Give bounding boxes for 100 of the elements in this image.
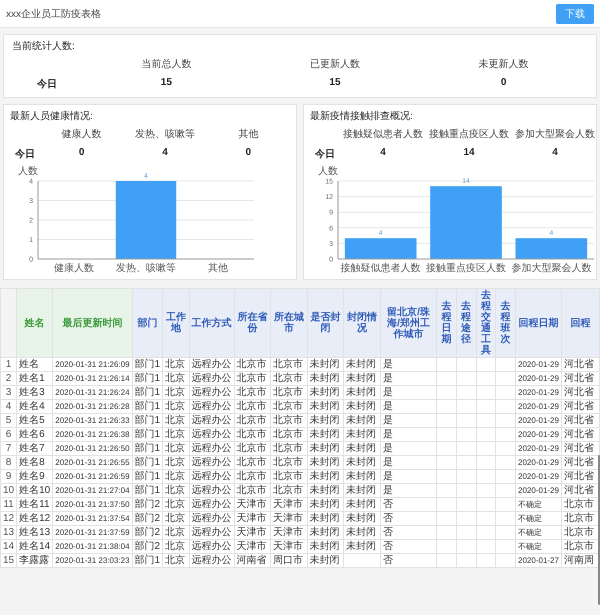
download-button[interactable]: 下载: [556, 4, 594, 24]
table-cell: 北京: [162, 470, 190, 484]
table-cell: 未封闭: [307, 442, 344, 456]
table-cell: 远程办公: [189, 442, 234, 456]
table-cell: 部门1: [132, 428, 163, 442]
table-cell: 未封闭: [307, 554, 344, 568]
table-cell: 天津市: [234, 540, 271, 554]
scrollbar[interactable]: [598, 455, 600, 605]
column-header[interactable]: 封闭情况: [344, 288, 380, 358]
table-cell: 否: [380, 540, 437, 554]
row-number: 12: [0, 512, 17, 526]
table-cell: 远程办公: [189, 358, 234, 372]
table-cell: 2020-01-31 23:03:23: [52, 554, 132, 568]
table-cell: 北京市: [234, 372, 271, 386]
table-cell: 是: [380, 386, 437, 400]
table-cell: 是: [380, 442, 437, 456]
table-cell: 未封闭: [307, 512, 344, 526]
table-cell: 部门2: [132, 540, 163, 554]
table-cell: 2020-01-29: [516, 358, 562, 372]
table-cell: 北京: [162, 540, 190, 554]
column-header[interactable]: 最后更新时间: [52, 288, 132, 358]
category-label: 参加大型聚会人数: [511, 263, 592, 274]
table-cell: 部门1: [132, 372, 163, 386]
column-header[interactable]: 回程: [561, 288, 600, 358]
axis-title: 人数: [18, 166, 38, 177]
table-cell: 部门1: [132, 456, 163, 470]
table-cell: 北京市: [234, 358, 271, 372]
table-cell: 未封闭: [344, 470, 380, 484]
table-cell: 北京市: [234, 428, 271, 442]
table-cell: 未封闭: [344, 456, 380, 470]
table-cell: 未封闭: [344, 540, 380, 554]
table-cell: 北京: [162, 358, 190, 372]
stat-value: 4: [379, 147, 387, 160]
table-cell: 2020-01-29: [516, 414, 562, 428]
table-cell: 未封闭: [307, 386, 344, 400]
table-cell: 远程办公: [189, 372, 234, 386]
table-cell: 2020-01-31 21:26:28: [52, 400, 132, 414]
table-cell: 未封闭: [344, 400, 380, 414]
table-cell: 北京: [162, 442, 190, 456]
table-cell: 北京市: [234, 386, 271, 400]
table-cell: 2020-01-29: [516, 400, 562, 414]
table-cell: 远程办公: [189, 512, 234, 526]
table-cell: 2020-01-31 21:27:04: [52, 484, 132, 498]
stat-value: 15: [328, 77, 342, 90]
column-heading: 其他: [237, 128, 260, 141]
table-cell: 李露露: [16, 554, 53, 568]
table-cell: 北京市: [234, 484, 271, 498]
row-number: 14: [0, 540, 17, 554]
table-cell: 姓名10: [16, 484, 53, 498]
column-header[interactable]: 去程日期: [436, 288, 456, 358]
table-cell: 2020-01-29: [516, 428, 562, 442]
table-cell: 北京市: [270, 484, 308, 498]
column-header[interactable]: 去程班次: [496, 288, 516, 358]
table-cell: 2020-01-31 21:26:55: [52, 456, 132, 470]
table-cell: 2020-01-31 21:26:09: [52, 358, 132, 372]
stat-value: 4: [161, 147, 169, 160]
row-number: 4: [0, 400, 17, 414]
column-header[interactable]: 所在城市: [270, 288, 308, 358]
table-cell: 是: [380, 414, 437, 428]
table-cell: 姓名: [16, 358, 53, 372]
column-header[interactable]: 部门: [132, 288, 163, 358]
table-cell: 部门1: [132, 414, 163, 428]
stat-value: 15: [160, 77, 173, 90]
stat-value: 0: [244, 147, 252, 160]
panel-title: 最新人员健康情况:: [10, 110, 94, 123]
column-header[interactable]: 工作方式: [189, 288, 234, 358]
column-header[interactable]: 所在省份: [234, 288, 271, 358]
column-header[interactable]: 姓名: [16, 288, 53, 358]
table-cell: 北京市: [270, 456, 308, 470]
table-cell: 部门1: [132, 484, 163, 498]
column-header[interactable]: 去程交通工具: [476, 288, 496, 358]
table-cell: 不确定: [516, 540, 562, 554]
column-header[interactable]: 留北京/珠海/郑州工作城市: [380, 288, 437, 358]
table-cell: 是: [380, 470, 437, 484]
table-cell: 天津市: [234, 498, 271, 512]
column-header[interactable]: 是否封闭: [307, 288, 344, 358]
stat-value: 0: [78, 147, 86, 160]
row-number: 11: [0, 498, 17, 512]
table-cell: 河北省: [561, 442, 600, 456]
table-cell: 未封闭: [307, 400, 344, 414]
table-cell: 是: [380, 484, 437, 498]
column-heading: 发热、咳嗽等: [134, 128, 196, 141]
axis-title: 人数: [318, 166, 338, 177]
table-cell: 姓名5: [16, 414, 53, 428]
table-cell: 部门1: [132, 400, 163, 414]
table-cell: 北京市: [270, 428, 308, 442]
table-cell: 否: [380, 512, 437, 526]
column-header[interactable]: 工作地: [162, 288, 190, 358]
table-cell: 河北省: [561, 372, 600, 386]
column-header[interactable]: 回程日期: [516, 288, 562, 358]
row-number: 7: [0, 442, 17, 456]
table-cell: 远程办公: [189, 540, 234, 554]
page-title: xxx企业员工防疫表格: [6, 8, 101, 20]
table-cell: 未封闭: [307, 372, 344, 386]
table-cell: 未封闭: [344, 512, 380, 526]
table-cell: 部门1: [132, 358, 163, 372]
column-header[interactable]: 去程途径: [456, 288, 476, 358]
table-cell: 2020-01-31 21:37:54: [52, 512, 132, 526]
table-cell: 姓名4: [16, 400, 53, 414]
table-cell: 部门2: [132, 498, 163, 512]
